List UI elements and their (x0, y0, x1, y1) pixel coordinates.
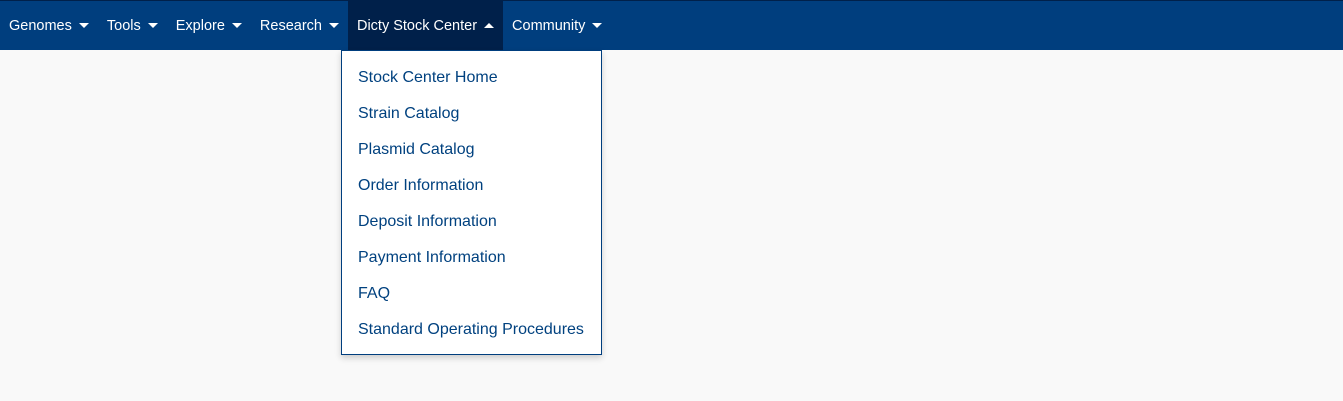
nav-tools[interactable]: Tools (98, 1, 167, 50)
nav-genomes[interactable]: Genomes (0, 1, 98, 50)
nav-community[interactable]: Community (503, 1, 611, 50)
caret-down-icon (328, 23, 339, 28)
nav-community-label: Community (512, 17, 586, 34)
nav-genomes-label: Genomes (9, 17, 72, 34)
menu-item-order-information[interactable]: Order Information (342, 168, 601, 204)
menu-item-plasmid-catalog[interactable]: Plasmid Catalog (342, 132, 601, 168)
nav-research-label: Research (259, 17, 322, 34)
nav-tools-label: Tools (106, 17, 141, 34)
nav-dicty-stock-center-label: Dicty Stock Center (356, 17, 478, 34)
caret-down-icon (147, 23, 158, 28)
caret-up-icon (484, 23, 495, 28)
menu-item-strain-catalog[interactable]: Strain Catalog (342, 96, 601, 132)
caret-down-icon (231, 23, 242, 28)
nav-explore-label: Explore (175, 17, 225, 34)
nav-research[interactable]: Research (251, 1, 348, 50)
stock-center-dropdown-menu: Stock Center Home Strain Catalog Plasmid… (341, 50, 602, 355)
menu-item-faq[interactable]: FAQ (342, 276, 601, 312)
menu-item-stock-center-home[interactable]: Stock Center Home (342, 60, 601, 96)
menu-item-standard-operating-procedures[interactable]: Standard Operating Procedures (342, 312, 601, 348)
menu-item-deposit-information[interactable]: Deposit Information (342, 204, 601, 240)
nav-dicty-stock-center[interactable]: Dicty Stock Center (347, 1, 504, 50)
caret-down-icon (78, 23, 89, 28)
menu-item-payment-information[interactable]: Payment Information (342, 240, 601, 276)
nav-explore[interactable]: Explore (167, 1, 251, 50)
caret-down-icon (592, 23, 603, 28)
main-navbar: Genomes Tools Explore Research Dicty Sto… (0, 0, 1343, 50)
